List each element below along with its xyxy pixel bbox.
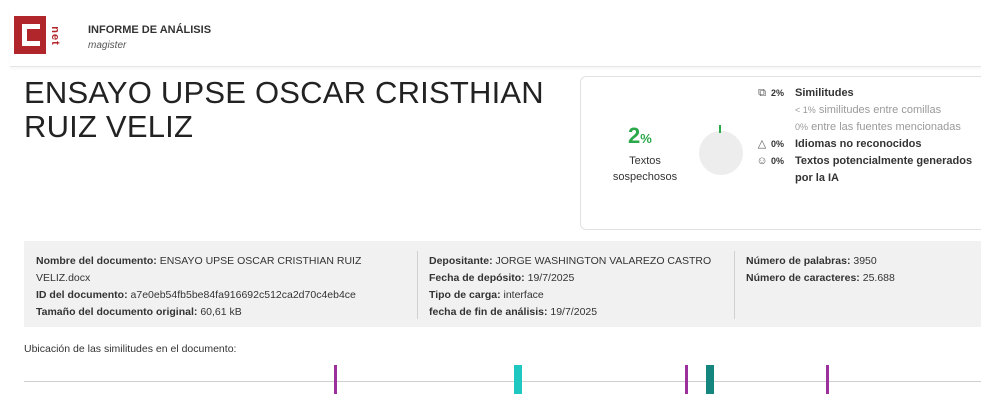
logo-box bbox=[14, 16, 46, 54]
quotes-percent: < 1% bbox=[795, 105, 816, 115]
suspicious-percent: 2% bbox=[628, 123, 652, 148]
similitudes-percent: 2% bbox=[771, 88, 785, 98]
info-depositor: Depositante: JORGE WASHINGTON VALAREZO C… bbox=[429, 255, 712, 267]
sources-label: entre las fuentes mencionadas bbox=[811, 121, 961, 133]
similarity-location-label: Ubicación de las similitudes en el docum… bbox=[24, 343, 237, 355]
similitudes-label: Similitudes bbox=[795, 87, 854, 99]
document-title: ENSAYO UPSE OSCAR CRISTHIAN RUIZ VELIZ bbox=[24, 75, 544, 144]
info-column-document: Nombre del documento: ENSAYO UPSE OSCAR … bbox=[36, 253, 408, 321]
report-header: net INFORME DE ANÁLISIS magister bbox=[10, 8, 981, 67]
report-title: INFORME DE ANÁLISIS bbox=[88, 24, 212, 36]
copy-icon: ⧉ bbox=[758, 87, 766, 99]
ia-label: Textos potencialmente generados por la I… bbox=[795, 155, 973, 184]
info-word-count: Número de palabras: 3950 bbox=[746, 255, 877, 267]
suspicious-donut-chart bbox=[699, 131, 743, 175]
sources-percent: 0% bbox=[795, 122, 809, 132]
info-deposit-date: Fecha de depósito: 19/7/2025 bbox=[429, 272, 575, 284]
info-column-deposit: Depositante: JORGE WASHINGTON VALAREZO C… bbox=[429, 253, 729, 321]
similarity-marker-similarity[interactable] bbox=[334, 365, 338, 394]
donut-fill-arc bbox=[719, 125, 721, 133]
similarity-location-track bbox=[24, 381, 981, 382]
similarity-summary-card: 2% Textos sospechosos ⧉ 2% Similitudes <… bbox=[580, 76, 981, 230]
suspicious-label: Textos sospechosos bbox=[612, 155, 678, 183]
info-divider bbox=[417, 251, 418, 319]
quotes-similarity-row: < 1% similitudes entre comillas bbox=[753, 102, 981, 119]
language-icon: △ bbox=[757, 138, 767, 150]
info-column-counts: Número de palabras: 3950 Número de carac… bbox=[746, 253, 976, 287]
sources-similarity-row: 0% entre las fuentes mencionadas bbox=[753, 119, 981, 136]
info-analysis-end-date: fecha de fin de análisis: 19/7/2025 bbox=[429, 306, 598, 318]
idiomas-percent: 0% bbox=[771, 139, 785, 149]
idiomas-row[interactable]: △ 0% Idiomas no reconocidos bbox=[753, 136, 981, 153]
info-char-count: Número de caracteres: 25.688 bbox=[746, 272, 895, 284]
logo-net-text: net bbox=[49, 26, 61, 46]
info-divider bbox=[734, 251, 735, 319]
info-upload-type: Tipo de carga: interface bbox=[429, 289, 544, 301]
info-document-size: Tamaño del documento original: 60,61 kB bbox=[36, 306, 242, 318]
similarity-marker-quote[interactable] bbox=[513, 365, 522, 394]
quotes-label: similitudes entre comillas bbox=[818, 104, 942, 116]
ai-icon: ☺ bbox=[756, 155, 768, 167]
document-info-panel: Nombre del documento: ENSAYO UPSE OSCAR … bbox=[24, 241, 981, 327]
info-document-id: ID del documento: a7e0eb54fb5be84fa91669… bbox=[36, 289, 356, 301]
similitudes-row[interactable]: ⧉ 2% Similitudes bbox=[753, 85, 981, 102]
similarity-marker-similarity[interactable] bbox=[826, 365, 830, 394]
report-subtitle: magister bbox=[88, 40, 127, 51]
compilatio-logo: net bbox=[14, 16, 62, 60]
similarity-marker-source[interactable] bbox=[706, 365, 715, 394]
info-document-name: Nombre del documento: ENSAYO UPSE OSCAR … bbox=[36, 255, 362, 284]
similarity-marker-similarity[interactable] bbox=[684, 365, 688, 394]
ia-percent: 0% bbox=[771, 156, 785, 166]
ia-row[interactable]: ☺ 0% Textos potencialmente generados por… bbox=[753, 153, 981, 187]
idiomas-label: Idiomas no reconocidos bbox=[795, 138, 922, 150]
